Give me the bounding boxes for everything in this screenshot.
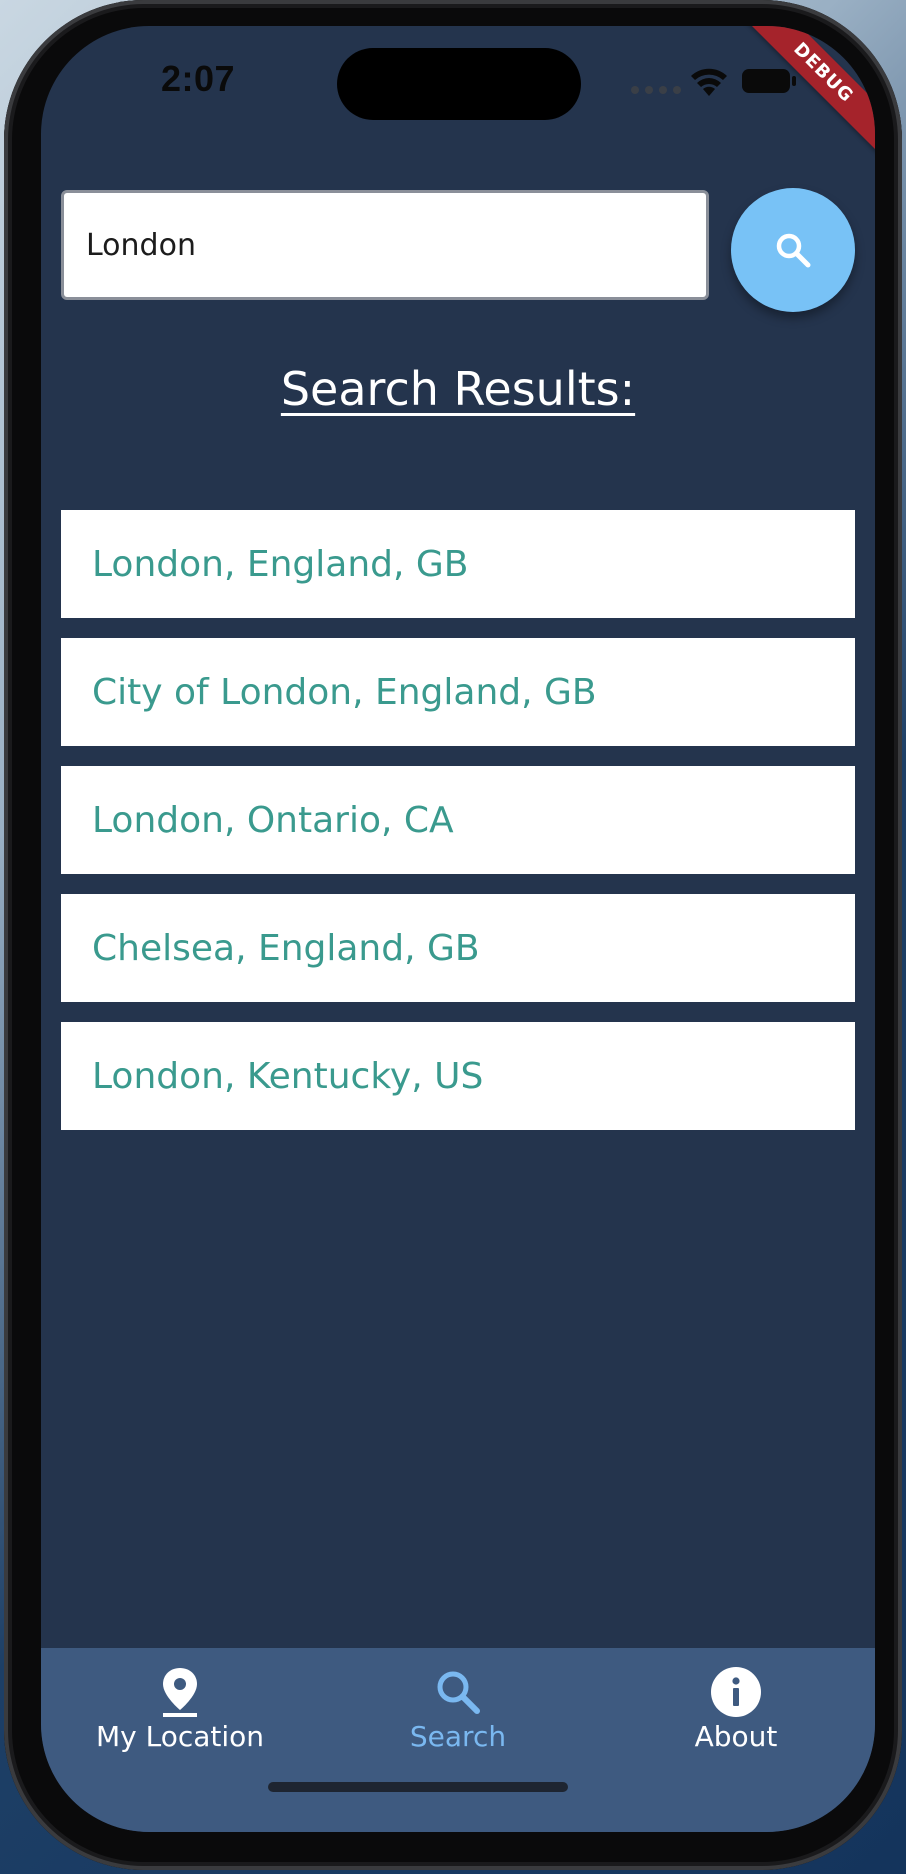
nav-item-about[interactable]: About — [597, 1648, 875, 1768]
search-input[interactable] — [61, 190, 709, 300]
bottom-navigation: My Location Search About — [41, 1648, 875, 1832]
nav-label-my-location: My Location — [95, 1720, 265, 1753]
search-icon — [776, 233, 811, 268]
search-icon — [437, 1671, 480, 1714]
nav-label-search: Search — [409, 1720, 507, 1753]
result-item[interactable]: Chelsea, England, GB — [61, 894, 855, 1002]
device-background: 2:07 DEBUG London Search Results: London… — [0, 0, 906, 1874]
cellular-signal-icon — [631, 86, 681, 94]
info-icon — [711, 1667, 761, 1717]
result-item[interactable]: London, Ontario, CA — [61, 766, 855, 874]
results-title: Search Results: — [41, 362, 875, 416]
phone-bezel: 2:07 DEBUG London Search Results: London… — [4, 0, 902, 1870]
wifi-icon — [691, 68, 727, 96]
debug-banner: DEBUG — [733, 26, 875, 163]
dynamic-island — [337, 48, 581, 120]
result-item[interactable]: City of London, England, GB — [61, 638, 855, 746]
result-item[interactable]: London, England, GB — [61, 510, 855, 618]
nav-item-my-location[interactable]: My Location — [41, 1648, 319, 1768]
home-indicator — [268, 1782, 568, 1792]
result-item[interactable]: London, Kentucky, US — [61, 1022, 855, 1130]
battery-icon — [742, 69, 796, 93]
nav-label-about: About — [694, 1720, 778, 1753]
results-list: London, England, GB City of London, Engl… — [61, 510, 855, 1150]
location-pin-icon — [163, 1668, 197, 1717]
status-bar: 2:07 DEBUG — [41, 26, 875, 163]
search-button[interactable] — [731, 188, 855, 312]
status-time: 2:07 — [161, 58, 236, 99]
nav-item-search[interactable]: Search — [319, 1648, 597, 1768]
search-row — [61, 188, 861, 312]
results-title-text: Search Results: — [280, 362, 636, 416]
app-screen: 2:07 DEBUG London Search Results: London… — [41, 26, 875, 1832]
